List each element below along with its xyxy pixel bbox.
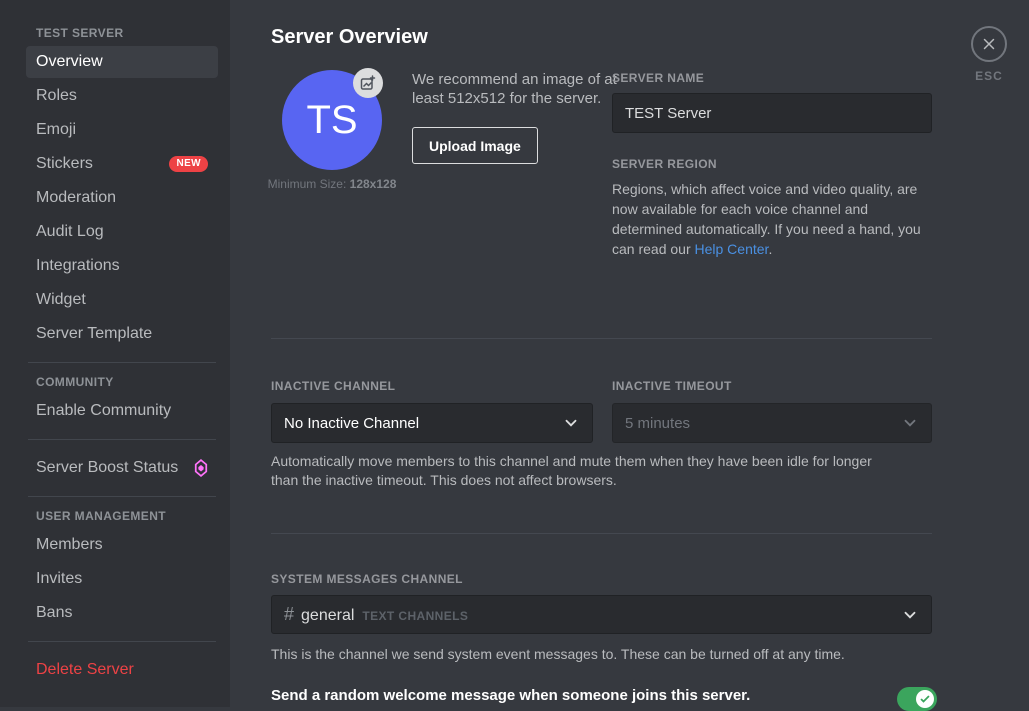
system-messages-description: This is the channel we send system event… — [271, 646, 932, 662]
change-image-icon[interactable] — [353, 68, 383, 98]
sidebar-item-audit-log[interactable]: Audit Log — [26, 216, 218, 248]
sidebar-divider — [28, 496, 216, 497]
system-channel-value-group: # general TEXT CHANNELS — [284, 604, 468, 625]
sidebar-user-management-header: USER MANAGEMENT — [26, 509, 218, 523]
help-center-link[interactable]: Help Center — [695, 241, 769, 257]
sidebar-item-server-template[interactable]: Server Template — [26, 318, 218, 350]
system-channel-value: general — [301, 607, 354, 624]
sidebar-item-label: Widget — [36, 291, 86, 309]
sidebar-server-header: TEST SERVER — [26, 26, 218, 40]
sidebar-item-server-boost-status[interactable]: Server Boost Status — [26, 452, 218, 484]
toggle-check-icon — [916, 690, 934, 708]
sidebar-divider — [28, 641, 216, 642]
sidebar-item-emoji[interactable]: Emoji — [26, 114, 218, 146]
sidebar-divider — [28, 439, 216, 440]
chevron-down-icon — [562, 414, 580, 432]
sidebar-item-label: Server Boost Status — [36, 459, 178, 477]
close-area: ESC — [970, 26, 1008, 83]
sidebar-item-label: Bans — [36, 604, 72, 622]
sidebar-item-label: Server Template — [36, 325, 152, 343]
welcome-message-toggle[interactable] — [897, 687, 937, 711]
section-divider — [271, 533, 932, 534]
system-messages-channel-label: SYSTEM MESSAGES CHANNEL — [271, 572, 463, 586]
sidebar-item-label: Invites — [36, 570, 82, 588]
server-region-label: SERVER REGION — [612, 157, 932, 171]
system-channel-category: TEXT CHANNELS — [362, 609, 468, 623]
inactive-timeout-value: 5 minutes — [625, 415, 690, 432]
min-size-note: Minimum Size: 128x128 — [242, 177, 422, 191]
section-divider — [271, 338, 932, 339]
boost-gem-icon — [194, 459, 208, 477]
settings-sidebar: TEST SERVER Overview Roles Emoji Sticker… — [0, 0, 230, 707]
min-size-value: 128x128 — [350, 177, 397, 191]
sidebar-item-label: Roles — [36, 87, 77, 105]
sidebar-item-delete-server[interactable]: Delete Server — [26, 654, 218, 686]
sidebar-item-label: Members — [36, 536, 103, 554]
system-messages-channel-select[interactable]: # general TEXT CHANNELS — [271, 595, 932, 634]
sidebar-item-label: Stickers — [36, 155, 93, 173]
sidebar-item-bans[interactable]: Bans — [26, 597, 218, 629]
server-region-description: Regions, which affect voice and video qu… — [612, 179, 932, 259]
close-button[interactable] — [971, 26, 1007, 62]
hash-icon: # — [284, 604, 294, 624]
server-name-region-column: SERVER NAME SERVER REGION Regions, which… — [612, 71, 932, 259]
sidebar-divider — [28, 362, 216, 363]
sidebar-item-integrations[interactable]: Integrations — [26, 250, 218, 282]
inactive-timeout-label: INACTIVE TIMEOUT — [612, 379, 732, 393]
chevron-down-icon — [901, 606, 919, 624]
sidebar-item-label: Audit Log — [36, 223, 104, 241]
sidebar-community-header: COMMUNITY — [26, 375, 218, 389]
sidebar-item-label: Emoji — [36, 121, 76, 139]
sidebar-item-enable-community[interactable]: Enable Community — [26, 395, 218, 427]
inactive-channel-value: No Inactive Channel — [284, 415, 419, 432]
esc-label: ESC — [970, 69, 1008, 83]
server-avatar-initials: TS — [306, 98, 357, 143]
sidebar-item-overview[interactable]: Overview — [26, 46, 218, 78]
sidebar-item-stickers[interactable]: Stickers NEW — [26, 148, 218, 180]
server-name-label: SERVER NAME — [612, 71, 932, 85]
page-title: Server Overview — [271, 26, 428, 49]
sidebar-item-label: Overview — [36, 53, 103, 71]
server-overview-panel: Server Overview TS Minimum Size: 128x128… — [230, 0, 1029, 707]
sidebar-item-label: Delete Server — [36, 661, 134, 679]
close-icon — [980, 35, 998, 53]
welcome-message-label: Send a random welcome message when someo… — [271, 687, 891, 704]
inactive-channel-label: INACTIVE CHANNEL — [271, 379, 395, 393]
new-badge: NEW — [169, 156, 208, 172]
inactive-channel-description: Automatically move members to this chann… — [271, 452, 899, 490]
sidebar-item-roles[interactable]: Roles — [26, 80, 218, 112]
sidebar-item-label: Moderation — [36, 189, 116, 207]
chevron-down-icon — [901, 414, 919, 432]
inactive-timeout-select[interactable]: 5 minutes — [612, 403, 932, 443]
sidebar-item-label: Enable Community — [36, 402, 171, 420]
server-region-suffix: . — [768, 241, 772, 257]
sidebar-item-label: Integrations — [36, 257, 120, 275]
server-name-input[interactable] — [612, 93, 932, 133]
upload-image-button[interactable]: Upload Image — [412, 127, 538, 164]
sidebar-item-widget[interactable]: Widget — [26, 284, 218, 316]
image-recommendation-text: We recommend an image of at least 512x51… — [412, 70, 622, 108]
inactive-channel-select[interactable]: No Inactive Channel — [271, 403, 593, 443]
sidebar-item-invites[interactable]: Invites — [26, 563, 218, 595]
sidebar-item-members[interactable]: Members — [26, 529, 218, 561]
sidebar-item-moderation[interactable]: Moderation — [26, 182, 218, 214]
min-size-label: Minimum Size: — [268, 177, 347, 191]
